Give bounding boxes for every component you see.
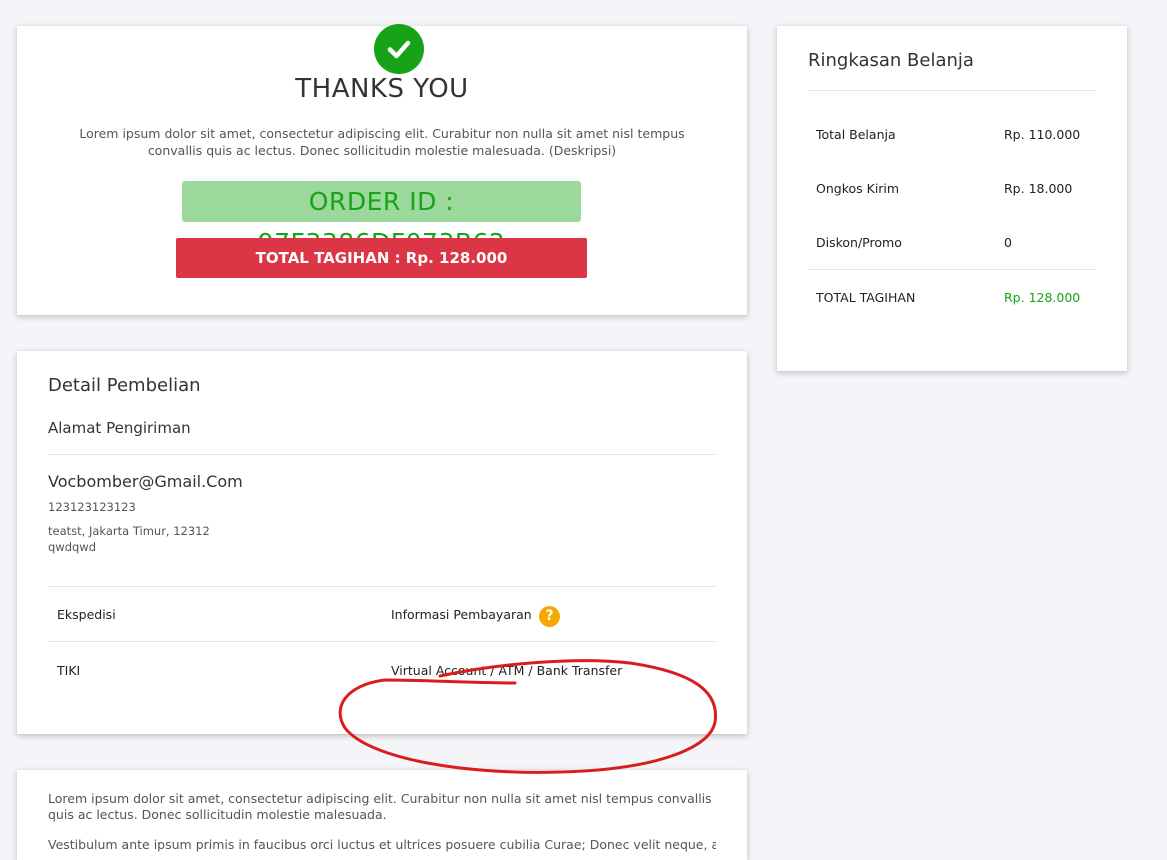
expedition-header: Ekspedisi (57, 607, 116, 622)
payment-method-value: Virtual Account / ATM / Bank Transfer (391, 663, 623, 678)
summary-value-diskon: 0 (1004, 235, 1012, 250)
info-card: Lorem ipsum dolor sit amet, consectetur … (17, 770, 747, 860)
detail-title: Detail Pembelian (48, 375, 201, 396)
order-id-badge: ORDER ID : 97F3386DF073B62 (182, 181, 581, 257)
summary-value-ongkos-kirim: Rp. 18.000 (1004, 181, 1073, 196)
address-line-2: qwdqwd (48, 540, 97, 554)
divider (48, 586, 716, 587)
payment-info-header: Informasi Pembayaran (391, 607, 532, 622)
summary-title: Ringkasan Belanja (808, 50, 974, 71)
summary-label-diskon: Diskon/Promo (816, 235, 902, 250)
recipient-phone: 123123123123 (48, 500, 136, 514)
divider (48, 641, 716, 642)
divider (808, 269, 1096, 270)
expedition-value: TIKI (57, 663, 81, 678)
page-title: THANKS YOU (295, 74, 469, 104)
total-bill-banner: TOTAL TAGIHAN : Rp. 128.000 (176, 238, 587, 278)
shipping-address-title: Alamat Pengiriman (48, 419, 191, 437)
address-line-1: teatst, Jakarta Timur, 12312 (48, 524, 210, 538)
summary-value-total-belanja: Rp. 110.000 (1004, 127, 1081, 142)
thanks-description: Lorem ipsum dolor sit amet, consectetur … (79, 126, 685, 158)
recipient-email: Vocbomber@Gmail.Com (48, 472, 243, 491)
divider (808, 90, 1096, 91)
info-text: Lorem ipsum dolor sit amet, consectetur … (48, 791, 712, 822)
detail-card: Detail Pembelian Alamat Pengiriman Vocbo… (17, 351, 747, 734)
thanks-card: THANKS YOU Lorem ipsum dolor sit amet, c… (17, 24, 747, 315)
divider (48, 454, 716, 455)
summary-label-total-tagihan: TOTAL TAGIHAN (816, 290, 916, 305)
summary-label-total-belanja: Total Belanja (816, 127, 896, 142)
summary-label-ongkos-kirim: Ongkos Kirim (816, 181, 900, 196)
help-icon[interactable]: ? (539, 606, 560, 627)
summary-value-total-tagihan: Rp. 128.000 (1004, 290, 1081, 305)
summary-card: Ringkasan Belanja Total Belanja Rp. 110.… (777, 26, 1127, 371)
check-circle-icon (374, 24, 424, 74)
info-text-2: Vestibulum ante ipsum primis in faucibus… (48, 837, 716, 852)
